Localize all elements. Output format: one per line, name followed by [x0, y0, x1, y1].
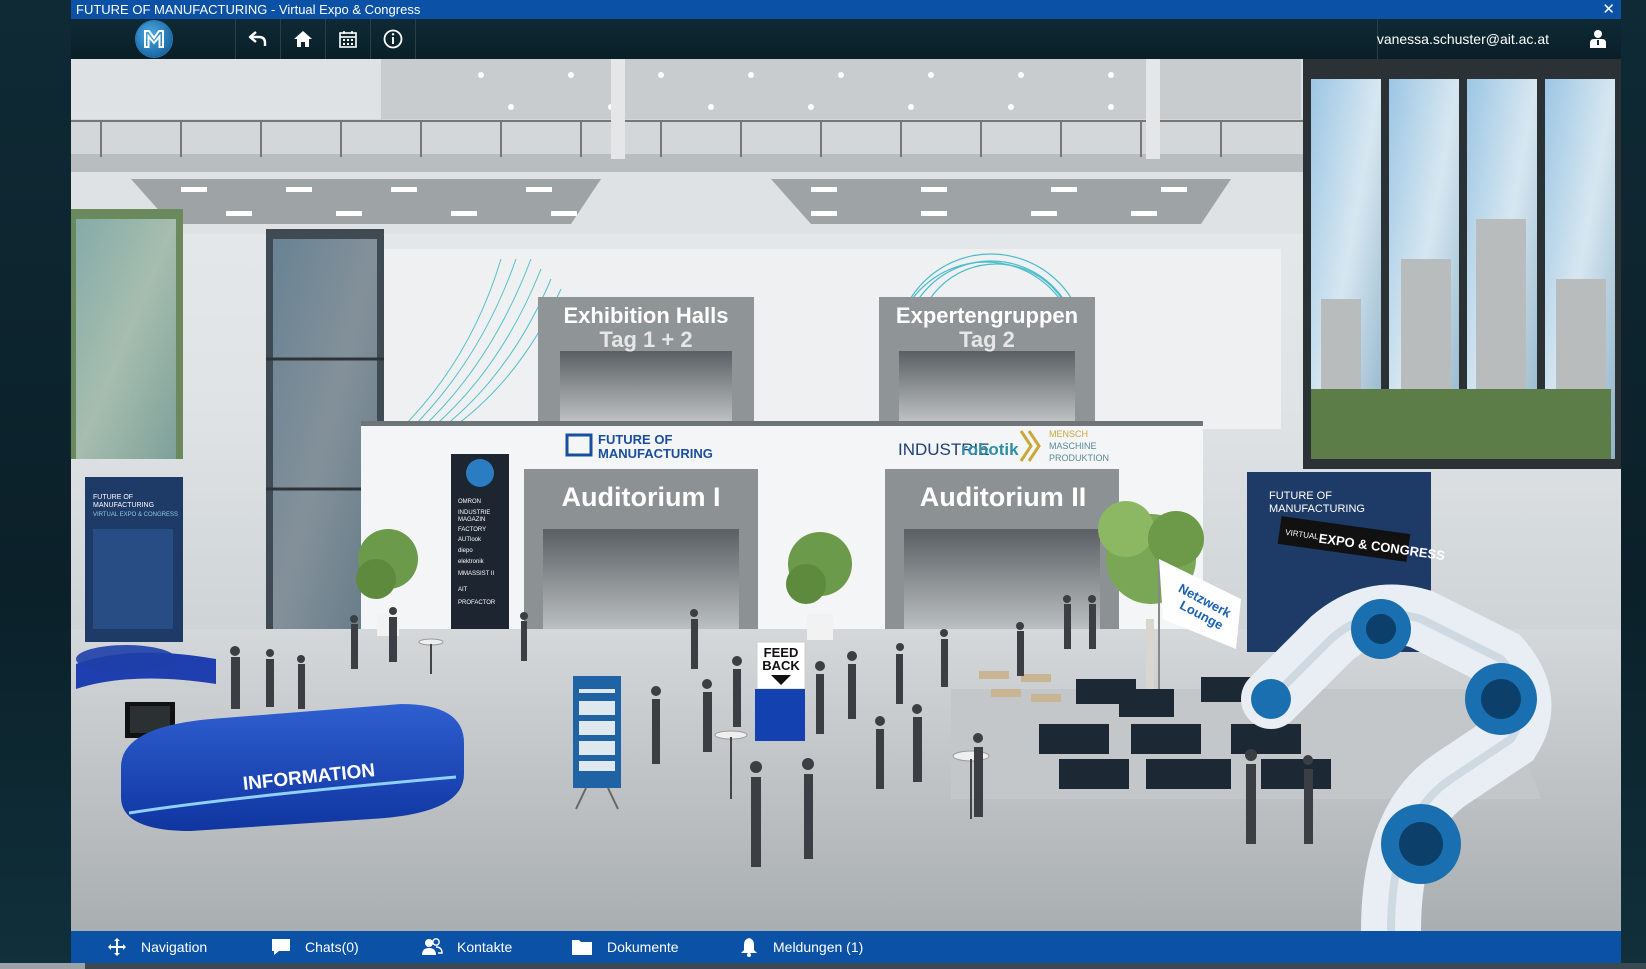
auditorium-2-sign: Auditorium II	[920, 482, 1086, 512]
ceiling-panel	[131, 179, 601, 224]
feedback-box[interactable]	[755, 689, 805, 741]
svg-text:AUTlook: AUTlook	[458, 537, 482, 543]
close-icon[interactable]: ✕	[1602, 0, 1615, 19]
expert-sign-line1: Expertengruppen	[896, 303, 1078, 328]
svg-text:diepo: diepo	[458, 548, 473, 554]
nav-notifications[interactable]: Meldungen (1)	[739, 931, 863, 963]
info-icon	[383, 29, 403, 49]
info-button[interactable]	[371, 19, 415, 59]
upper-ceiling	[381, 59, 1301, 119]
mezzanine-edge	[361, 421, 1203, 426]
window-bottom-edge	[0, 963, 1646, 969]
nav-navigation[interactable]: Navigation	[107, 931, 207, 963]
mmp-line2: MASCHINE	[1049, 441, 1097, 451]
app-background-right	[1621, 0, 1646, 969]
ceiling-panel	[771, 179, 1231, 224]
folder-icon	[572, 940, 592, 955]
right-banner-text: MANUFACTURING	[1269, 503, 1365, 515]
expert-sign-line2: Tag 2	[959, 327, 1015, 352]
svg-text:PROFACTOR: PROFACTOR	[458, 600, 496, 606]
toolbar-divider	[415, 19, 416, 59]
contacts-icon	[422, 938, 443, 955]
bell-icon	[741, 938, 757, 957]
svg-text:elektronik: elektronik	[458, 559, 485, 565]
back-wall-upper	[381, 249, 1281, 429]
nav-contacts-label: Kontakte	[457, 939, 513, 955]
window-title: FUTURE OF MANUFACTURING - Virtual Expo &…	[76, 2, 421, 17]
navigation-icon	[108, 938, 126, 956]
nav-navigation-label: Navigation	[141, 939, 208, 955]
auditorium-1-sign: Auditorium I	[562, 482, 721, 512]
user-email[interactable]: vanessa.schuster@ait.ac.at	[1377, 19, 1549, 59]
window-titlebar: FUTURE OF MANUFACTURING - Virtual Expo &…	[71, 0, 1621, 19]
feedback-line2: BACK	[762, 658, 800, 673]
nav-chats[interactable]: Chats(0)	[271, 931, 359, 963]
calendar-icon	[339, 31, 357, 48]
left-banner-text: MANUFACTURING	[93, 502, 154, 509]
back-icon	[248, 31, 267, 46]
exhibition-sign-line2: Tag 1 + 2	[599, 327, 692, 352]
lobby-artwork: Exhibition Halls Tag 1 + 2 Expertengrupp…	[71, 59, 1621, 931]
chat-icon	[272, 939, 290, 955]
svg-text:OMRON: OMRON	[458, 499, 481, 505]
column	[1146, 59, 1160, 159]
home-button[interactable]	[281, 19, 325, 59]
robotik-text: robotik	[961, 440, 1019, 459]
svg-text:MMASSIST II: MMASSIST II	[458, 571, 495, 577]
left-banner-text: FUTURE OF	[93, 494, 133, 501]
fom-logo[interactable]	[136, 21, 172, 57]
city-trees	[1311, 389, 1611, 459]
bottom-nav-bar: Navigation Chats(0) Kontakte Dokumente M…	[71, 931, 1621, 963]
nav-notifications-label: Meldungen (1)	[773, 939, 864, 955]
home-icon	[294, 31, 312, 47]
calendar-button[interactable]	[326, 19, 370, 59]
top-toolbar: vanessa.schuster@ait.ac.at	[71, 19, 1621, 59]
svg-text:AIT: AIT	[458, 587, 468, 593]
user-icon[interactable]	[1589, 29, 1607, 49]
nav-chats-label: Chats(0)	[305, 939, 359, 955]
mmp-line3: PRODUKTION	[1049, 453, 1109, 463]
svg-text:INDUSTRIE: INDUSTRIE	[458, 510, 490, 516]
fom-logo-mark	[144, 30, 164, 48]
fom-logo-line2: MANUFACTURING	[598, 446, 713, 461]
mmp-line1: MENSCH	[1049, 429, 1088, 439]
right-banner-text: FUTURE OF	[1269, 490, 1332, 502]
svg-text:MAGAZIN: MAGAZIN	[458, 517, 485, 523]
virtual-lobby-scene: Exhibition Halls Tag 1 + 2 Expertengrupp…	[71, 59, 1621, 931]
exhibition-hall-door[interactable]	[560, 351, 732, 427]
nav-documents-label: Dokumente	[607, 939, 679, 955]
back-button[interactable]	[236, 19, 280, 59]
fom-logo-line1: FUTURE OF	[598, 432, 672, 447]
expert-groups-door[interactable]	[899, 351, 1075, 427]
auditorium-1-door[interactable]	[543, 529, 739, 639]
left-banner-tagline: VIRTUAL EXPO & CONGRESS	[93, 512, 178, 518]
nav-contacts[interactable]: Kontakte	[421, 931, 512, 963]
svg-text:FACTORY: FACTORY	[458, 527, 486, 533]
sponsor-pillar-logo	[466, 459, 494, 487]
exhibition-sign-line1: Exhibition Halls	[563, 303, 728, 328]
taskbar-stub	[0, 963, 85, 969]
column	[611, 59, 625, 159]
nav-documents[interactable]: Dokumente	[571, 931, 679, 963]
app-background-left	[0, 0, 71, 969]
gallery-floor-edge	[71, 154, 1303, 172]
left-window-glass	[76, 219, 176, 459]
